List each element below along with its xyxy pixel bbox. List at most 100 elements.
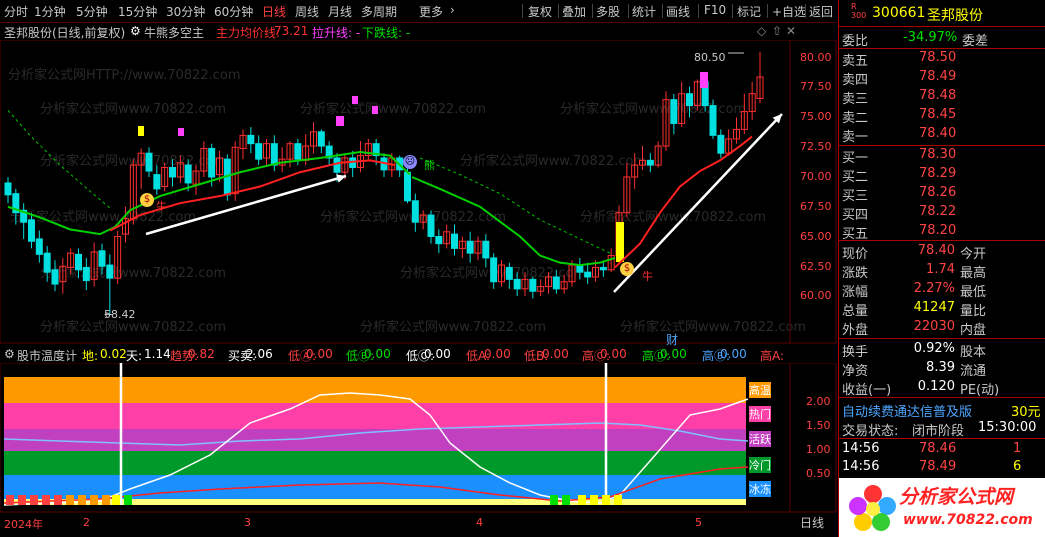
back-button[interactable]: 返回: [809, 3, 833, 20]
signal-marker: [616, 222, 624, 262]
toolbar-divider: [662, 4, 663, 18]
candle-body: [169, 166, 176, 178]
signal-marker: [700, 72, 708, 88]
candle-body: [435, 236, 443, 245]
sub-indicator-name[interactable]: 股市温度计: [17, 347, 77, 364]
signal-bar: [6, 495, 14, 505]
candle-body: [255, 143, 263, 160]
divider: [839, 240, 1045, 241]
finance-badge[interactable]: 财: [666, 331, 678, 348]
diamond-icon[interactable]: ◇: [757, 24, 766, 38]
tab-monthly[interactable]: 月线: [328, 3, 352, 20]
stat-label: 换手: [842, 345, 869, 360]
stat-value: 22030: [913, 319, 955, 334]
overlay-button[interactable]: 叠加: [562, 3, 586, 20]
tab-weekly[interactable]: 周线: [295, 3, 319, 20]
stock-code: 300661: [872, 5, 926, 21]
stat-label: 今开: [960, 247, 987, 262]
candle-body: [43, 252, 51, 273]
ask-price[interactable]: 78.50: [919, 50, 956, 65]
main-line-value: 73.21: [274, 24, 309, 38]
signal-bar: [614, 495, 622, 505]
signal-bar: [90, 495, 98, 505]
x-axis-year: 2024年: [4, 518, 43, 531]
signal-marker: [138, 126, 144, 136]
gear-icon[interactable]: ⚙: [130, 24, 141, 38]
app-window: 分时 1分钟 5分钟 15分钟 30分钟 60分钟 日线 周线 月线 多周期 更…: [0, 0, 1045, 537]
candle-body: [145, 152, 153, 172]
candle-body: [411, 200, 419, 223]
tab-daily[interactable]: 日线: [262, 3, 286, 20]
chart-frame: [0, 40, 837, 344]
ask-price[interactable]: 78.49: [919, 69, 956, 84]
candlestick-chart[interactable]: [0, 40, 837, 344]
close-icon[interactable]: ✕: [786, 24, 796, 38]
period-indicator[interactable]: 日线: [800, 514, 824, 531]
stat-label: 内盘: [960, 323, 987, 338]
temperature-chart[interactable]: [0, 363, 837, 513]
tab-fenshi[interactable]: 分时: [4, 3, 28, 20]
candle-body: [466, 240, 474, 254]
flower-logo-icon: [849, 485, 896, 531]
stat-label: 总量: [842, 304, 869, 319]
tab-5min[interactable]: 5分钟: [76, 3, 108, 20]
ask-price[interactable]: 78.45: [919, 107, 956, 122]
bid-price[interactable]: 78.26: [919, 185, 956, 200]
tab-multi-period[interactable]: 多周期: [361, 3, 397, 20]
sub-indicator-value: 0.00: [424, 347, 451, 361]
indicator-name[interactable]: 牛熊多空主: [144, 24, 204, 41]
ask-price[interactable]: 78.40: [919, 126, 956, 141]
bid-price[interactable]: 78.29: [919, 166, 956, 181]
bear-face-icon: ☹: [403, 155, 417, 169]
bid-label: 买一: [842, 151, 869, 166]
promo-price: 30元: [1011, 405, 1041, 420]
divider: [839, 26, 1045, 27]
tab-1min[interactable]: 1分钟: [34, 3, 66, 20]
band-label-popular: 热门: [749, 406, 771, 422]
up-arrow-icon[interactable]: ⇧: [772, 24, 782, 38]
sub-indicator-key: 天:: [126, 349, 143, 363]
sub-indicator-gear-icon[interactable]: ⚙: [4, 347, 15, 361]
bid-price[interactable]: 78.22: [919, 204, 956, 219]
main-line-label: 主力均价线:: [216, 26, 281, 40]
candle-body: [153, 174, 161, 190]
temperature-band: [4, 451, 746, 475]
toolbar-divider: [592, 4, 593, 18]
tick-time: 14:56: [842, 441, 880, 456]
mark-button[interactable]: 标记: [737, 3, 761, 20]
trend-arrow-up: [613, 113, 783, 293]
down-trend-line: [419, 157, 611, 254]
r-badge: R 300: [851, 2, 867, 20]
bid-price[interactable]: 78.30: [919, 147, 956, 162]
ask-price[interactable]: 78.48: [919, 88, 956, 103]
ask-label: 卖三: [842, 92, 869, 107]
fuquan-button[interactable]: 复权: [528, 3, 552, 20]
bid-price[interactable]: 78.20: [919, 223, 956, 238]
draw-line-button[interactable]: 画线: [666, 3, 690, 20]
statistics-button[interactable]: 统计: [632, 3, 656, 20]
weicha-label: 委差: [962, 34, 989, 49]
x-axis-month: 2: [83, 516, 90, 529]
tab-more[interactable]: 更多: [419, 3, 443, 20]
candle-body: [4, 182, 12, 196]
candle-body: [505, 266, 513, 280]
signal-marker: [336, 116, 344, 126]
tab-30min[interactable]: 30分钟: [166, 3, 205, 20]
chevron-right-icon[interactable]: ›: [450, 3, 455, 17]
multi-stock-button[interactable]: 多股: [596, 3, 620, 20]
candle-body: [529, 278, 537, 292]
stat-value: 78.40: [917, 243, 955, 258]
down-line-label: 下跌线: -: [362, 26, 411, 40]
promo-link[interactable]: 自动续费通达信普及版: [842, 401, 972, 420]
stat-value: 1.74: [926, 262, 955, 277]
candle-body: [294, 143, 302, 160]
period-toolbar: 分时 1分钟 5分钟 15分钟 30分钟 60分钟 日线 周线 月线 多周期 更…: [0, 0, 837, 23]
f10-button[interactable]: F10: [704, 3, 726, 17]
add-favorite-button[interactable]: +自选: [772, 3, 806, 20]
candle-body: [98, 250, 106, 267]
money-bag-icon: $: [620, 262, 634, 276]
stat-value: 8.39: [926, 360, 955, 375]
tick-time: 14:56: [842, 459, 880, 474]
tab-60min[interactable]: 60分钟: [214, 3, 253, 20]
tab-15min[interactable]: 15分钟: [118, 3, 157, 20]
